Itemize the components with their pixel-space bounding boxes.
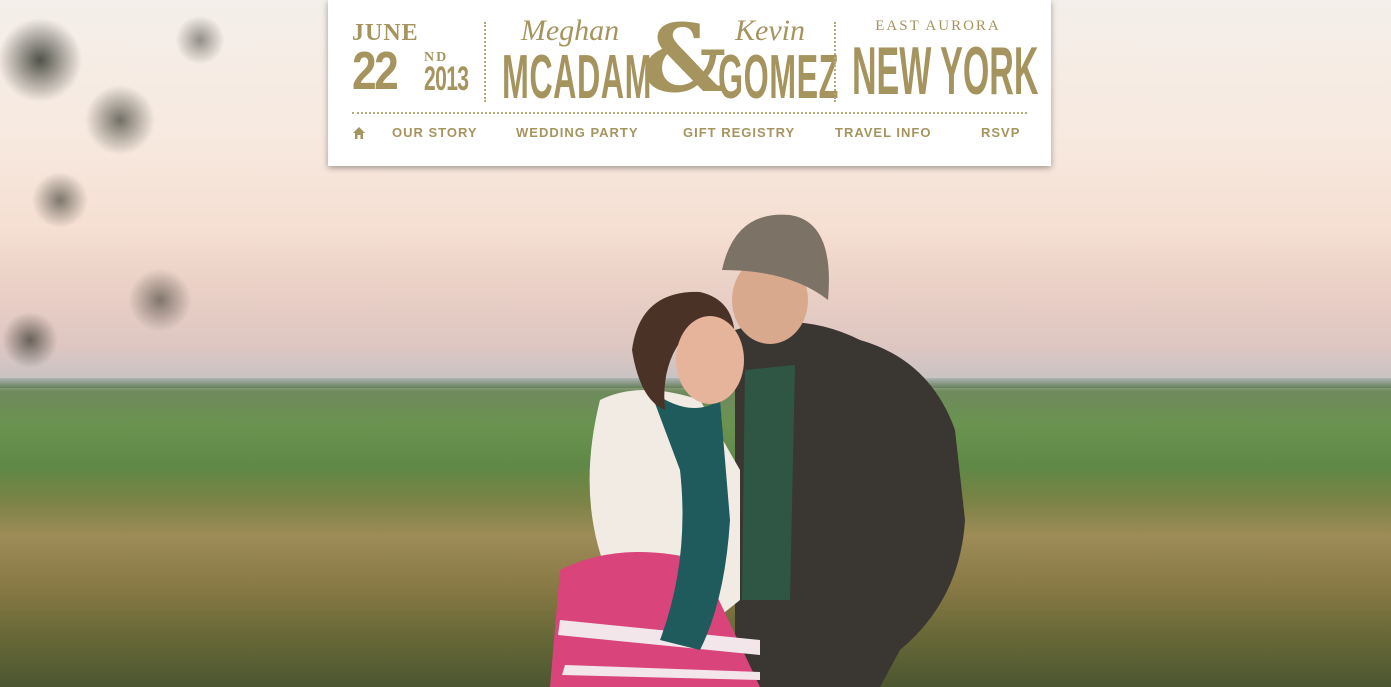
nav-gift-registry[interactable]: GIFT REGISTRY xyxy=(683,125,795,140)
nav-rsvp[interactable]: RSVP xyxy=(981,125,1020,140)
nav-travel-info[interactable]: TRAVEL INFO xyxy=(835,125,931,140)
bride-last-name: MCADAM xyxy=(502,43,652,112)
divider xyxy=(352,112,1027,114)
divider xyxy=(484,22,486,102)
nav-our-story[interactable]: OUR STORY xyxy=(392,125,478,140)
groom-last-name: GOMEZ xyxy=(718,43,839,112)
location-state: NEW YORK xyxy=(852,33,1039,109)
divider xyxy=(834,22,836,102)
date-year: 2013 xyxy=(424,60,469,98)
wedding-date: JUNE 22 ND 2013 xyxy=(352,18,476,104)
home-icon[interactable] xyxy=(352,126,366,140)
nav-wedding-party[interactable]: WEDDING PARTY xyxy=(516,125,639,140)
header-card: JUNE 22 ND 2013 Meghan MCADAM & Kevin GO… xyxy=(328,0,1051,166)
date-day: 22 xyxy=(352,41,399,101)
main-nav: OUR STORY WEDDING PARTY GIFT REGISTRY TR… xyxy=(352,124,1027,144)
wedding-location: EAST AURORA NEW YORK xyxy=(852,18,1038,109)
ampersand: & xyxy=(642,4,727,114)
